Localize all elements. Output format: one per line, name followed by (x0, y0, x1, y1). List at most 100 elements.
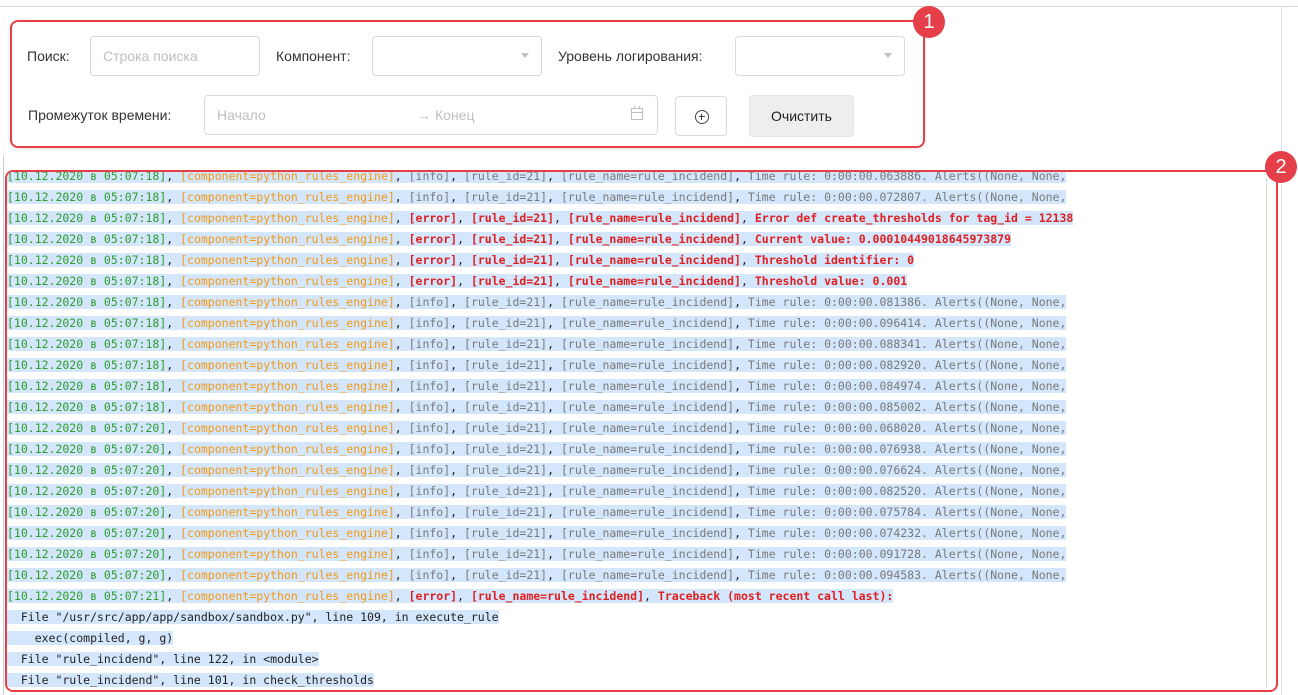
log-component: [component=python_rules_engine] (180, 253, 395, 267)
log-message: Time rule: 0:00:00.076624. Alerts((None,… (747, 463, 1067, 477)
log-rule-id: [rule_id=21] (464, 421, 548, 435)
log-message: Time rule: 0:00:00.091728. Alerts((None,… (747, 547, 1067, 561)
log-level: [info] (408, 463, 451, 477)
log-line: [10.12.2020 в 05:07:20], [component=pyth… (7, 526, 1067, 540)
log-component: [component=python_rules_engine] (180, 232, 395, 246)
log-level: [info] (408, 170, 451, 183)
annotation-badge-2: 2 (1265, 151, 1297, 183)
time-range-label: Промежуток времени: (28, 107, 172, 123)
log-rule-name: [rule_name=rule_incidend] (560, 295, 735, 309)
log-rule-name: [rule_name=rule_incidend] (560, 526, 735, 540)
log-message: Time rule: 0:00:00.094583. Alerts((None,… (747, 568, 1067, 582)
traceback-line: File "rule_incidend", line 122, in <modu… (7, 652, 319, 666)
log-message: Time rule: 0:00:00.084974. Alerts((None,… (747, 379, 1067, 393)
log-line: [10.12.2020 в 05:07:18], [component=pyth… (7, 337, 1067, 351)
log-rule-id: [rule_id=21] (464, 505, 548, 519)
log-rule-id: [rule_id=21] (464, 484, 548, 498)
search-input[interactable]: Строка поиска (90, 36, 260, 76)
right-divider (1281, 6, 1282, 695)
log-line: [10.12.2020 в 05:07:18], [component=pyth… (7, 190, 1067, 204)
log-message: Time rule: 0:00:00.096414. Alerts((None,… (747, 316, 1067, 330)
log-timestamp: [10.12.2020 в 05:07:18] (7, 211, 167, 225)
log-rule-id: [rule_id=21] (464, 358, 548, 372)
log-message: Traceback (most recent call last): (657, 589, 894, 603)
component-select[interactable] (372, 36, 542, 76)
log-component: [component=python_rules_engine] (180, 421, 395, 435)
log-rule-id: [rule_id=21] (464, 547, 548, 561)
annotation-badge-1: 1 (913, 6, 945, 38)
log-line: [10.12.2020 в 05:07:18], [component=pyth… (7, 274, 908, 288)
log-component: [component=python_rules_engine] (180, 568, 395, 582)
log-line: [10.12.2020 в 05:07:20], [component=pyth… (7, 442, 1067, 456)
log-timestamp: [10.12.2020 в 05:07:20] (7, 505, 167, 519)
log-component: [component=python_rules_engine] (180, 337, 395, 351)
log-component: [component=python_rules_engine] (180, 170, 395, 183)
log-rule-name: [rule_name=rule_incidend] (560, 421, 735, 435)
log-timestamp: [10.12.2020 в 05:07:18] (7, 232, 167, 246)
log-rule-name: [rule_name=rule_incidend] (560, 190, 735, 204)
log-message: Time rule: 0:00:00.085002. Alerts((None,… (747, 400, 1067, 414)
log-line: [10.12.2020 в 05:07:21], [component=pyth… (7, 589, 894, 603)
range-end-input[interactable]: Конец (435, 107, 474, 123)
log-level: [error] (408, 232, 458, 246)
log-message: Time rule: 0:00:00.074232. Alerts((None,… (747, 526, 1067, 540)
log-rule-name: [rule_name=rule_incidend] (560, 505, 735, 519)
log-line: [10.12.2020 в 05:07:18], [component=pyth… (7, 211, 1074, 225)
log-timestamp: [10.12.2020 в 05:07:20] (7, 526, 167, 540)
log-line: [10.12.2020 в 05:07:20], [component=pyth… (7, 484, 1067, 498)
log-line: [10.12.2020 в 05:07:18], [component=pyth… (7, 358, 1067, 372)
log-level: [info] (408, 568, 451, 582)
log-timestamp: [10.12.2020 в 05:07:20] (7, 442, 167, 456)
log-line: [10.12.2020 в 05:07:20], [component=pyth… (7, 421, 1067, 435)
log-component: [component=python_rules_engine] (180, 505, 395, 519)
range-start-input[interactable]: Начало (217, 107, 266, 123)
log-message: Current value: 0.00010449018645973879 (754, 232, 1012, 246)
log-timestamp: [10.12.2020 в 05:07:18] (7, 190, 167, 204)
log-component: [component=python_rules_engine] (180, 211, 395, 225)
log-component: [component=python_rules_engine] (180, 190, 395, 204)
log-rule-id: [rule_id=21] (464, 316, 548, 330)
log-rule-id: [rule_id=21] (470, 232, 555, 246)
log-line: [10.12.2020 в 05:07:20], [component=pyth… (7, 547, 1067, 561)
log-line: [10.12.2020 в 05:07:18], [component=pyth… (7, 295, 1067, 309)
time-range-picker[interactable]: Начало → Конец (204, 95, 658, 135)
scrollbar-track[interactable] (1266, 178, 1267, 688)
clear-button[interactable]: Очистить (749, 95, 854, 137)
log-rule-name: [rule_name=rule_incidend] (560, 358, 735, 372)
log-rule-name: [rule_name=rule_incidend] (560, 337, 735, 351)
log-line: [10.12.2020 в 05:07:18], [component=pyth… (7, 253, 915, 267)
log-line: [10.12.2020 в 05:07:20], [component=pyth… (7, 463, 1067, 477)
top-divider (0, 6, 1298, 7)
traceback-line: File "/usr/src/app/app/sandbox/sandbox.p… (7, 610, 499, 624)
log-timestamp: [10.12.2020 в 05:07:18] (7, 253, 167, 267)
traceback-line: TypeError: can't multiply sequence by no… (7, 691, 1073, 692)
log-level: [info] (408, 442, 451, 456)
log-component: [component=python_rules_engine] (180, 526, 395, 540)
log-timestamp: [10.12.2020 в 05:07:20] (7, 484, 167, 498)
traceback-line: exec(compiled, g, g) (7, 631, 174, 645)
log-rule-name: [rule_name=rule_incidend] (560, 170, 735, 183)
log-level-select[interactable] (735, 36, 905, 76)
log-level: [error] (408, 253, 458, 267)
log-rule-name: [rule_name=rule_incidend] (567, 211, 741, 225)
log-rule-id: [rule_id=21] (464, 337, 548, 351)
traceback-line: File "rule_incidend", line 101, in check… (7, 673, 374, 687)
log-rule-id: [rule_id=21] (470, 211, 555, 225)
chevron-down-icon (884, 53, 892, 58)
calendar-icon[interactable] (631, 106, 643, 120)
log-component: [component=python_rules_engine] (180, 463, 395, 477)
component-label: Компонент: (276, 48, 351, 64)
chevron-down-icon (521, 53, 529, 58)
log-level: [error] (408, 274, 458, 288)
log-rule-id: [rule_id=21] (470, 253, 555, 267)
log-rule-id: [rule_id=21] (464, 463, 548, 477)
log-line: [10.12.2020 в 05:07:20], [component=pyth… (7, 505, 1067, 519)
log-component: [component=python_rules_engine] (180, 358, 395, 372)
add-filter-button[interactable] (675, 96, 727, 136)
log-timestamp: [10.12.2020 в 05:07:18] (7, 337, 167, 351)
plus-circle-icon (695, 110, 709, 124)
log-level: [error] (408, 589, 458, 603)
log-timestamp: [10.12.2020 в 05:07:18] (7, 316, 167, 330)
log-message: Time rule: 0:00:00.082520. Alerts((None,… (747, 484, 1067, 498)
log-rule-id: [rule_id=21] (464, 568, 548, 582)
